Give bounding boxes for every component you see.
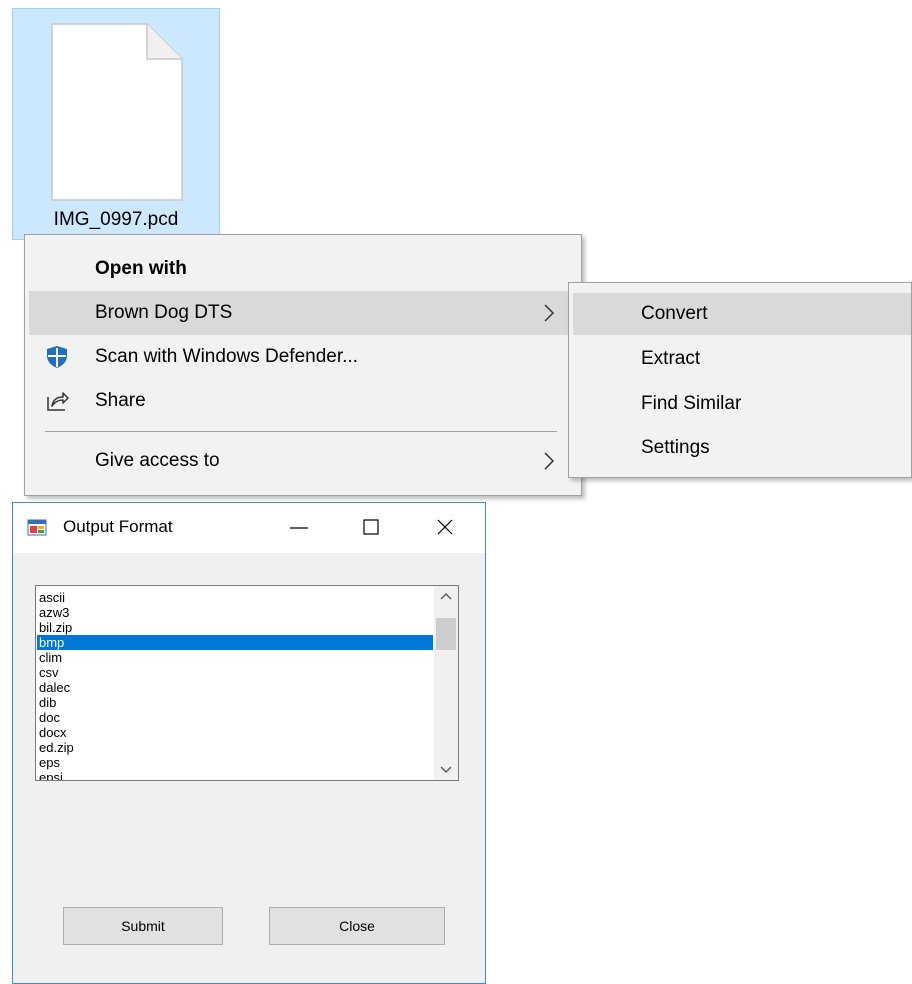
menu-item-share[interactable]: Share — [29, 379, 577, 423]
chevron-right-icon — [544, 452, 555, 470]
maximize-button[interactable] — [343, 503, 399, 553]
file-name-label: IMG_0997.pcd — [53, 209, 179, 230]
list-item-selected[interactable]: bmp — [37, 635, 433, 650]
submenu-item-label: Extract — [641, 348, 701, 369]
app-icon — [27, 519, 47, 536]
submenu-item-extract[interactable]: Extract — [573, 338, 911, 380]
menu-item-label: Brown Dog DTS — [95, 302, 233, 323]
close-icon — [437, 519, 453, 535]
menu-item-brown-dog-dts[interactable]: Brown Dog DTS — [29, 291, 577, 335]
close-button[interactable]: Close — [269, 907, 445, 945]
list-item[interactable]: azw3 — [37, 605, 433, 620]
share-icon — [47, 392, 69, 411]
list-item[interactable]: ed.zip — [37, 740, 433, 755]
list-item[interactable]: doc — [37, 710, 433, 725]
menu-item-label: Give access to — [95, 450, 220, 471]
submenu-item-label: Convert — [641, 303, 708, 324]
vertical-scrollbar[interactable] — [434, 586, 458, 780]
list-item[interactable]: epsi — [37, 770, 433, 780]
title-bar[interactable]: Output Format — [13, 503, 485, 553]
menu-item-open-with[interactable]: Open with — [29, 247, 577, 291]
blank-file-icon — [51, 23, 183, 201]
scroll-down-arrow-icon[interactable] — [440, 766, 452, 774]
menu-separator — [45, 431, 557, 432]
submenu-item-label: Settings — [641, 437, 710, 458]
submenu-item-convert[interactable]: Convert — [573, 293, 911, 335]
list-item[interactable]: csv — [37, 665, 433, 680]
brown-dog-submenu: Convert Extract Find Similar Settings — [568, 282, 912, 478]
list-item[interactable]: ascii — [37, 590, 433, 605]
submenu-item-label: Find Similar — [641, 393, 742, 414]
minimize-button[interactable] — [271, 503, 327, 553]
list-item[interactable]: clim — [37, 650, 433, 665]
maximize-icon — [363, 519, 379, 535]
submenu-item-find-similar[interactable]: Find Similar — [573, 383, 911, 425]
menu-item-label: Share — [95, 390, 146, 411]
submenu-item-settings[interactable]: Settings — [573, 427, 911, 469]
menu-item-scan-defender[interactable]: Scan with Windows Defender... — [29, 335, 577, 379]
context-menu: Open with Brown Dog DTS Scan with Window… — [24, 234, 582, 496]
output-format-dialog: Output Format ascii azw3 bil.zip bmp cli… — [12, 502, 486, 984]
scroll-up-arrow-icon[interactable] — [440, 592, 452, 600]
format-listbox[interactable]: ascii azw3 bil.zip bmp clim csv dalec di… — [35, 585, 459, 781]
list-item[interactable]: bil.zip — [37, 620, 433, 635]
file-item[interactable]: IMG_0997.pcd — [12, 8, 220, 240]
scrollbar-thumb[interactable] — [436, 618, 456, 650]
list-item[interactable]: eps — [37, 755, 433, 770]
menu-item-give-access[interactable]: Give access to — [29, 439, 577, 483]
chevron-right-icon — [544, 304, 555, 322]
dialog-title: Output Format — [63, 517, 173, 536]
list-item[interactable]: docx — [37, 725, 433, 740]
menu-item-label: Scan with Windows Defender... — [95, 346, 358, 367]
submit-button[interactable]: Submit — [63, 907, 223, 945]
close-window-button[interactable] — [417, 503, 473, 553]
windows-defender-shield-icon — [47, 346, 67, 368]
list-item[interactable]: dib — [37, 695, 433, 710]
menu-item-label: Open with — [95, 258, 187, 279]
format-list: ascii azw3 bil.zip bmp clim csv dalec di… — [37, 590, 433, 780]
list-item[interactable]: dalec — [37, 680, 433, 695]
minimize-icon — [290, 527, 308, 529]
